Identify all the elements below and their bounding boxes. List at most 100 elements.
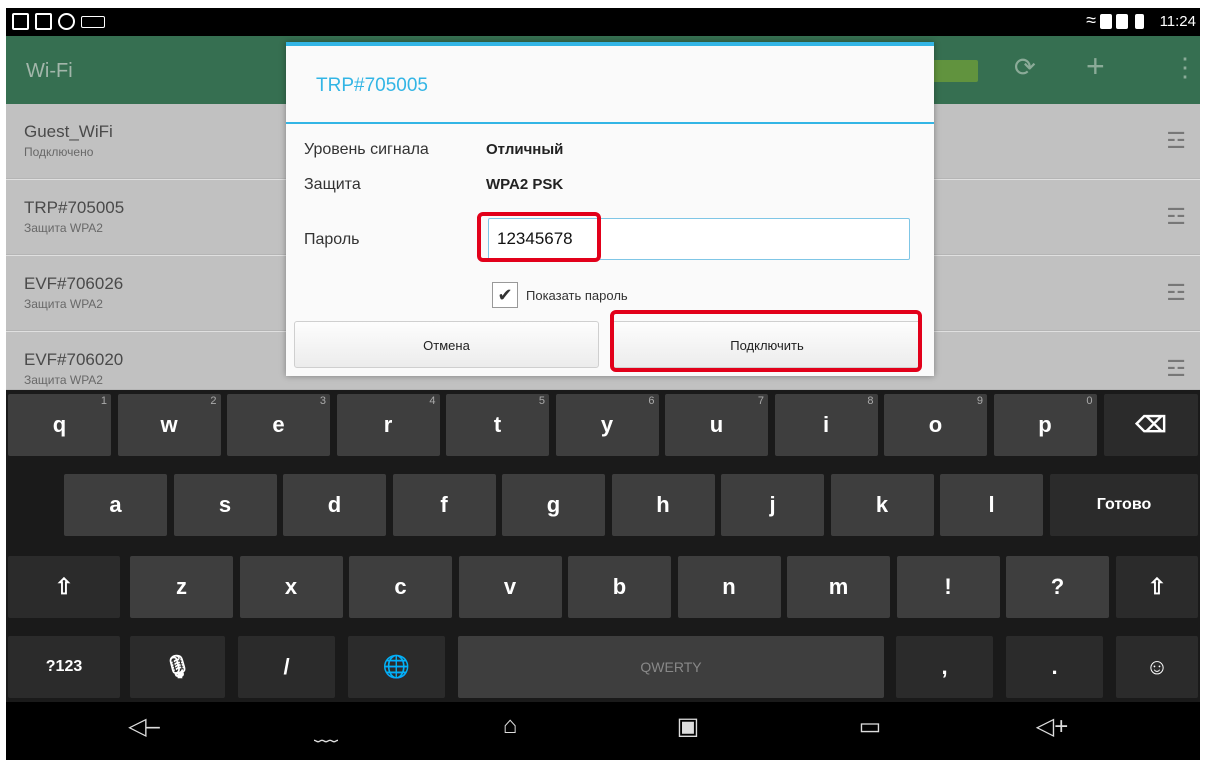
key-e[interactable]: e3: [227, 394, 330, 456]
symbols-key[interactable]: ?123: [8, 636, 120, 698]
download-notification-icon: [35, 13, 52, 30]
key-w[interactable]: w2: [117, 394, 221, 456]
signal-value: Отличный: [486, 141, 564, 158]
key-u[interactable]: u7: [665, 394, 768, 456]
show-password-label[interactable]: Показать пароль: [526, 288, 628, 303]
comma-key[interactable]: ,: [896, 636, 993, 698]
key-i-label: i: [822, 412, 830, 437]
key-s[interactable]: s: [173, 474, 277, 536]
key-a-label: a: [109, 492, 122, 517]
smiley-key[interactable]: ☺: [1116, 636, 1198, 698]
key-p-label: p: [1038, 412, 1052, 437]
key-x[interactable]: x: [239, 556, 343, 618]
password-highlight: [477, 212, 601, 262]
globe-key[interactable]: 🌐: [348, 636, 445, 698]
key-n-label: n: [722, 574, 736, 599]
key-hint: 9: [976, 395, 983, 407]
key-h[interactable]: h: [611, 474, 715, 536]
key-z[interactable]: z: [130, 556, 233, 618]
key-hint: 7: [757, 395, 764, 407]
key-o[interactable]: o9: [884, 394, 987, 456]
key-b[interactable]: b: [568, 556, 671, 618]
volume-up-icon[interactable]: ◁+: [1022, 712, 1082, 741]
key-w-label: w: [160, 412, 178, 437]
key-l-label: l: [988, 492, 995, 517]
key-c-label: c: [394, 574, 407, 599]
screenshot-icon[interactable]: ▣: [658, 712, 718, 741]
back-icon[interactable]: ﹏: [296, 712, 356, 747]
recents-icon[interactable]: ▭: [840, 712, 900, 741]
volume-down-icon[interactable]: ◁–: [114, 712, 174, 741]
key-y[interactable]: y6: [555, 394, 659, 456]
wifi-signal-icon: ≈: [1086, 10, 1096, 30]
show-password-checkbox[interactable]: ✔: [492, 282, 518, 308]
key-t[interactable]: t5: [446, 394, 549, 456]
mic-key[interactable]: 🎙: [130, 636, 225, 698]
key-l[interactable]: l: [940, 474, 1043, 536]
period-key[interactable]: .: [1006, 636, 1103, 698]
soft-keyboard: q 1 w 2 e 3 r 4 t 5 y 6 u 7 i 8 o 9 p 0 ⌫ a s d f g h j k l Готово ⇧ z x c…: [6, 390, 1200, 702]
key-b-label: b: [612, 574, 627, 599]
key-question-label: ?: [1050, 574, 1065, 599]
key-k[interactable]: k: [830, 474, 934, 536]
shift-right-key[interactable]: ⇧: [1116, 556, 1198, 618]
key-d[interactable]: d: [283, 474, 386, 536]
key-hint: 4: [429, 395, 436, 407]
key-e-label: e: [272, 412, 285, 437]
shift-left-key[interactable]: ⇧: [8, 556, 120, 618]
key-v[interactable]: v: [458, 556, 562, 618]
key-r-label: r: [383, 412, 393, 437]
key-g-label: g: [546, 492, 561, 517]
key-f[interactable]: f: [392, 474, 496, 536]
backspace-icon: ⌫: [1135, 412, 1167, 437]
key-q-label: q: [52, 412, 67, 437]
backspace-key[interactable]: ⌫: [1104, 394, 1198, 456]
key-t-label: t: [493, 412, 502, 437]
navigation-bar: ◁– ﹏ ⌂ ▣ ▭ ◁+: [6, 702, 1200, 760]
slash-key[interactable]: /: [238, 636, 335, 698]
period-key-label: .: [1051, 654, 1058, 679]
clock: 11:24: [1159, 13, 1196, 30]
key-n[interactable]: n: [677, 556, 781, 618]
key-s-label: s: [218, 492, 232, 517]
key-d-label: d: [327, 492, 342, 517]
key-hint: 6: [648, 395, 655, 407]
dialog-title: TRP#705005: [316, 75, 428, 96]
sim2-icon: [1116, 14, 1128, 29]
key-g[interactable]: g: [502, 474, 605, 536]
key-q[interactable]: q1: [8, 394, 111, 456]
done-key[interactable]: Готово: [1050, 474, 1198, 536]
dialog-accent-bar: [286, 42, 934, 46]
key-hint: 1: [100, 395, 107, 407]
key-c[interactable]: c: [349, 556, 452, 618]
done-key-label: Готово: [1096, 496, 1152, 513]
cancel-button[interactable]: Отмена: [294, 321, 599, 368]
keyboard-notification-icon: [81, 16, 105, 28]
key-hint: 5: [538, 395, 545, 407]
key-exclaim[interactable]: !: [896, 556, 1000, 618]
symbols-key-label: ?123: [45, 658, 83, 675]
home-icon[interactable]: ⌂: [480, 712, 540, 740]
key-hint: 3: [319, 395, 326, 407]
key-r[interactable]: r4: [336, 394, 440, 456]
screen: ≈ 11:24 Wi-Fi ⟳ + ⋮ Guest_WiFi Подключен…: [0, 0, 1209, 760]
globe-icon: 🌐: [382, 654, 411, 679]
key-m[interactable]: m: [787, 556, 890, 618]
key-x-label: x: [284, 574, 298, 599]
security-value: WPA2 PSK: [486, 176, 564, 193]
image-notification-icon: [12, 13, 29, 30]
key-i[interactable]: i8: [774, 394, 878, 456]
key-question[interactable]: ?: [1006, 556, 1109, 618]
smiley-icon: ☺: [1145, 654, 1169, 679]
space-key[interactable]: QWERTY: [458, 636, 884, 698]
comma-key-label: ,: [941, 654, 948, 679]
key-j[interactable]: j: [721, 474, 824, 536]
slash-key-label: /: [283, 654, 290, 679]
connect-dialog: TRP#705005 Уровень сигнала Отличный Защи…: [286, 42, 934, 376]
key-p[interactable]: p0: [993, 394, 1097, 456]
key-exclaim-label: !: [944, 574, 952, 599]
key-j-label: j: [769, 492, 776, 517]
mic-icon: 🎙: [163, 654, 192, 679]
key-hint: 8: [867, 395, 874, 407]
key-a[interactable]: a: [64, 474, 167, 536]
